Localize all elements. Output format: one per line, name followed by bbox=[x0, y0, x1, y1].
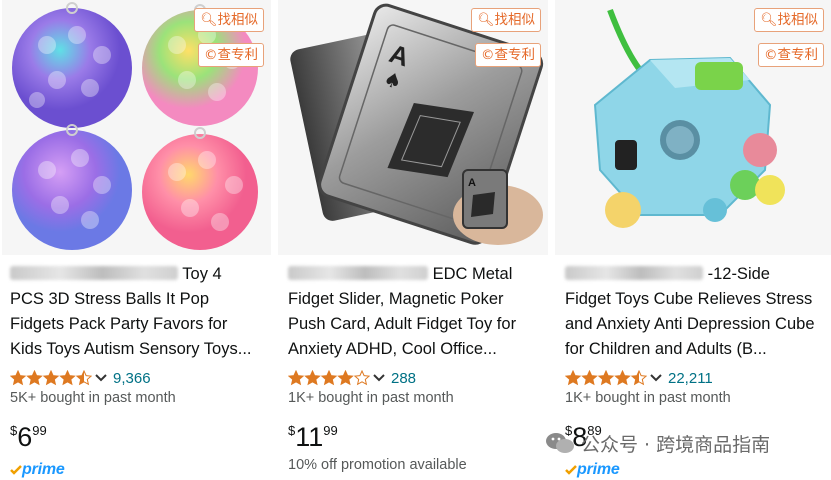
blurred-brand bbox=[288, 266, 428, 280]
review-count[interactable]: 288 bbox=[391, 370, 416, 387]
check-patent-button[interactable]: ©查专利 bbox=[758, 43, 824, 67]
promotion-text: 10% off promotion available bbox=[288, 457, 467, 473]
product-image-1[interactable]: 🔍︎找相似 ©查专利 bbox=[2, 0, 271, 255]
find-similar-button[interactable]: 🔍︎找相似 bbox=[194, 8, 264, 32]
wechat-icon bbox=[546, 433, 574, 453]
star-icon bbox=[10, 370, 92, 386]
price: $699 bbox=[10, 422, 47, 452]
product-image-2[interactable]: A ♠ A 🔍︎找相似 ©查专利 bbox=[278, 0, 548, 255]
prime-check-icon bbox=[565, 465, 577, 475]
star-rating bbox=[565, 370, 647, 386]
search-icon: 🔍︎ bbox=[477, 12, 495, 28]
product-card-3[interactable]: 🔍︎找相似 ©查专利 -12-Side Fidget Toys Cube Rel… bbox=[555, 0, 831, 478]
chevron-down-icon[interactable] bbox=[650, 374, 662, 382]
blurred-brand bbox=[565, 266, 703, 280]
product-card-1[interactable]: 🔍︎找相似 ©查专利 Toy 4 PCS 3D Stress Balls It … bbox=[0, 0, 271, 478]
patent-icon: © bbox=[481, 47, 495, 63]
review-count[interactable]: 9,366 bbox=[113, 370, 151, 387]
star-rating bbox=[288, 370, 370, 386]
product-title[interactable]: -12-Side Fidget Toys Cube Relieves Stres… bbox=[565, 262, 815, 362]
wechat-watermark: 公众号 · 跨境商品指南 bbox=[545, 428, 770, 458]
star-rating bbox=[10, 370, 92, 386]
svg-text:A: A bbox=[468, 177, 476, 189]
rating-row[interactable]: 22,211 bbox=[565, 368, 713, 388]
check-patent-button[interactable]: ©查专利 bbox=[475, 43, 541, 67]
bought-count: 1K+ bought in past month bbox=[565, 390, 731, 406]
price: $1199 bbox=[288, 422, 338, 452]
check-patent-button[interactable]: ©查专利 bbox=[198, 43, 264, 67]
review-count[interactable]: 22,211 bbox=[668, 370, 713, 387]
prime-badge: prime bbox=[565, 460, 620, 480]
product-title[interactable]: EDC Metal Fidget Slider, Magnetic Poker … bbox=[288, 262, 538, 362]
search-icon: 🔍︎ bbox=[200, 12, 218, 28]
bought-count: 5K+ bought in past month bbox=[10, 390, 176, 406]
bought-count: 1K+ bought in past month bbox=[288, 390, 454, 406]
star-icon bbox=[288, 370, 370, 386]
pop-stress-balls-image bbox=[2, 0, 271, 255]
product-title[interactable]: Toy 4 PCS 3D Stress Balls It Pop Fidgets… bbox=[10, 262, 260, 362]
patent-icon: © bbox=[764, 47, 778, 63]
blurred-brand bbox=[10, 266, 178, 280]
patent-icon: © bbox=[204, 47, 218, 63]
rating-row[interactable]: 9,366 bbox=[10, 368, 151, 388]
rating-row[interactable]: 288 bbox=[288, 368, 416, 388]
star-icon bbox=[565, 370, 647, 386]
find-similar-button[interactable]: 🔍︎找相似 bbox=[754, 8, 824, 32]
search-icon: 🔍︎ bbox=[760, 12, 778, 28]
fidget-cube-image bbox=[555, 0, 831, 255]
product-card-2[interactable]: A ♠ A 🔍︎找相似 ©查专利 EDC Metal Fidget Slider… bbox=[278, 0, 548, 478]
product-image-3[interactable]: 🔍︎找相似 ©查专利 bbox=[555, 0, 831, 255]
metal-poker-slider-image: A ♠ A bbox=[278, 0, 548, 255]
chevron-down-icon[interactable] bbox=[95, 374, 107, 382]
find-similar-button[interactable]: 🔍︎找相似 bbox=[471, 8, 541, 32]
chevron-down-icon[interactable] bbox=[373, 374, 385, 382]
prime-check-icon bbox=[10, 465, 22, 475]
prime-badge: prime bbox=[10, 460, 65, 480]
